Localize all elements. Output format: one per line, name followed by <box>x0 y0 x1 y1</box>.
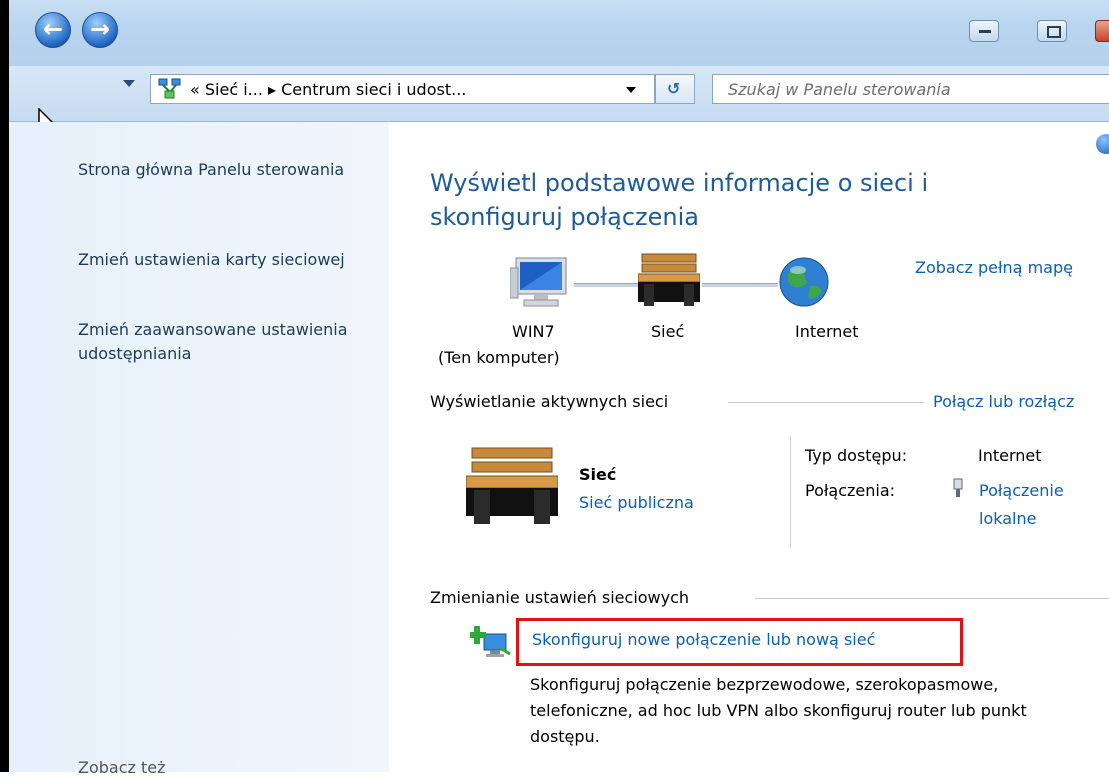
network-center-icon <box>158 78 182 100</box>
change-settings-separator <box>755 598 1109 599</box>
close-button[interactable] <box>1095 20 1109 42</box>
full-map-link[interactable]: Zobacz pełną mapę <box>915 258 1073 277</box>
vertical-divider <box>790 436 791 548</box>
sidebar-item-adapter-settings[interactable]: Zmień ustawienia karty sieciowej <box>78 248 368 272</box>
map-line-2 <box>702 283 778 287</box>
ethernet-icon <box>951 478 965 502</box>
history-dropdown-icon[interactable] <box>123 80 135 87</box>
map-network-label: Sieć <box>651 322 685 341</box>
active-networks-separator <box>728 402 924 403</box>
minimize-icon <box>979 30 991 33</box>
refresh-icon: ↺ <box>667 79 681 98</box>
network-bench-icon <box>637 252 701 314</box>
map-computer-label: WIN7 <box>512 322 555 341</box>
connection-link-line1[interactable]: Połączenie <box>979 481 1064 500</box>
window-left-border <box>0 0 9 772</box>
address-text[interactable]: « Sieć i... ▸ Centrum sieci i udost... <box>190 80 466 99</box>
connection-link-line2[interactable]: lokalne <box>979 509 1036 528</box>
sidebar-see-also: Zobacz też <box>78 758 166 777</box>
page-title: Wyświetl podstawowe informacje o sieci i… <box>430 169 929 231</box>
access-type-value: Internet <box>978 446 1042 465</box>
search-placeholder: Szukaj w Panelu sterowania <box>728 80 951 99</box>
new-connection-icon <box>468 624 514 664</box>
sidebar-item-advanced-sharing[interactable]: Zmień zaawansowane ustawienia udostępnia… <box>78 318 368 366</box>
left-pane <box>9 122 389 772</box>
active-networks-heading: Wyświetlanie aktywnych sieci <box>430 392 669 411</box>
map-line-1 <box>574 283 640 287</box>
access-type-label: Typ dostępu: <box>805 446 908 465</box>
active-network-name: Sieć <box>579 465 617 484</box>
refresh-button[interactable]: ↺ <box>655 74 695 104</box>
connect-disconnect-link[interactable]: Połącz lub rozłącz <box>933 392 1074 411</box>
sidebar-item-control-panel-home[interactable]: Strona główna Panelu sterowania <box>78 158 368 182</box>
title-bar <box>9 0 1109 66</box>
setup-new-connection-link[interactable]: Skonfiguruj nowe połączenie lub nową sie… <box>532 630 875 649</box>
minimize-button[interactable] <box>969 20 999 42</box>
network-type-link[interactable]: Sieć publiczna <box>579 493 694 512</box>
computer-icon <box>509 254 572 314</box>
map-computer-sublabel: (Ten komputer) <box>438 348 560 367</box>
forward-button[interactable]: → <box>82 12 118 48</box>
change-settings-heading: Zmienianie ustawień sieciowych <box>430 588 690 607</box>
address-dropdown-icon[interactable] <box>626 87 636 93</box>
maximize-icon <box>1047 26 1061 38</box>
internet-globe-icon <box>778 256 830 312</box>
map-internet-label: Internet <box>795 322 859 341</box>
active-network-bench-icon <box>465 446 559 530</box>
back-button[interactable]: ← <box>35 12 71 48</box>
maximize-button[interactable] <box>1037 20 1067 42</box>
help-icon[interactable] <box>1096 134 1109 154</box>
connections-label: Połączenia: <box>805 481 896 500</box>
setup-description: Skonfiguruj połączenie bezprzewodowe, sz… <box>530 675 1027 746</box>
